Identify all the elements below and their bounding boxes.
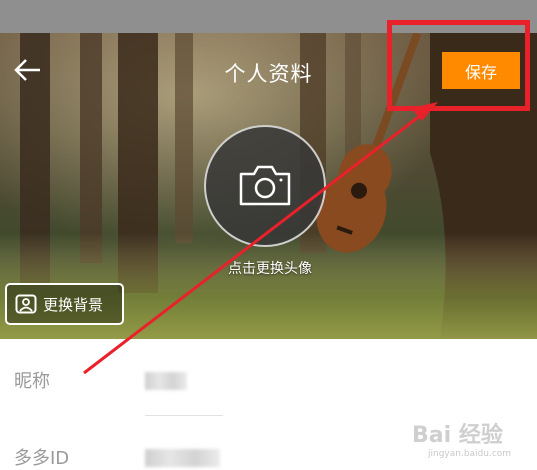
duoduo-id-value [145,449,220,467]
duoduo-id-label: 多多ID [14,448,70,469]
picture-icon [15,294,37,314]
row-divider [145,415,223,416]
change-background-label: 更换背景 [43,295,104,314]
baidu-jingyan-watermark: Bai 经验 [412,422,503,448]
nickname-label: 昵称 [14,371,50,392]
watermark-url: jingyan.baidu.com [428,449,512,459]
change-background-button[interactable]: 更换背景 [5,283,124,325]
change-avatar-button[interactable] [204,125,326,247]
camera-icon [239,165,291,206]
save-button[interactable]: 保存 [442,52,520,89]
svg-text:Bai 经验: Bai 经验 [412,422,503,448]
nickname-value[interactable] [145,372,187,390]
status-bar [0,0,537,33]
change-avatar-label[interactable]: 点击更换头像 [205,258,335,278]
